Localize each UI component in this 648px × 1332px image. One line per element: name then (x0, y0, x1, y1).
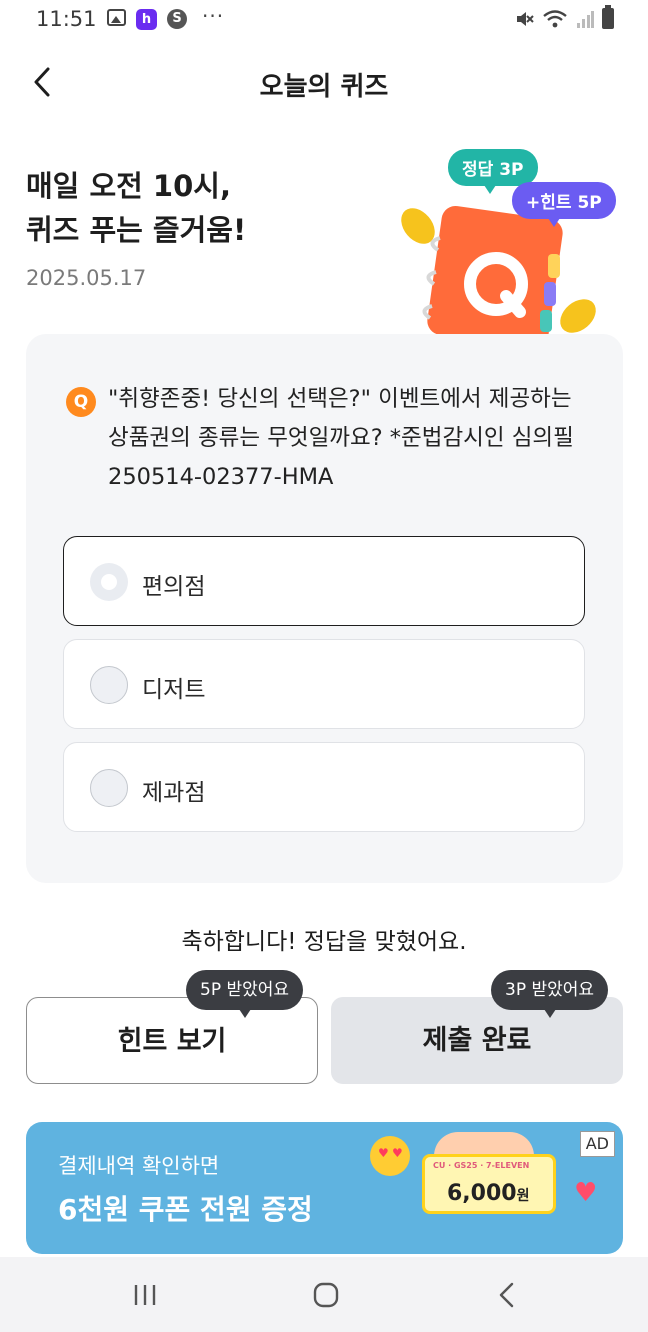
heart-eyes-emoji-icon: ♥ ♥ (370, 1136, 410, 1176)
coupon-ticket: CU · GS25 · 7-ELEVEN 6,000원 (422, 1154, 556, 1214)
gallery-notification-icon (107, 9, 126, 26)
question-badge: Q (66, 387, 96, 417)
result-message: 축하합니다! 정답을 맞혔어요. (181, 929, 467, 955)
answer-option-convenience-store[interactable]: 편의점 (63, 536, 585, 626)
mute-icon (517, 11, 534, 26)
answer-option-dessert[interactable]: 디저트 (63, 639, 585, 729)
quiz-illustration: 정답 3P +힌트 5P (396, 146, 622, 366)
question-text: "취향존중! 당신의 선택은?" 이벤트에서 제공하는 상품권의 종류는 무엇일… (108, 386, 574, 490)
answer-option-label: 편의점 (142, 574, 206, 600)
wifi-icon (543, 9, 567, 27)
more-notifications-icon: ··· (202, 4, 225, 28)
status-indicators (514, 5, 614, 29)
answer-option-label: 제과점 (142, 780, 206, 806)
intro-heading-line1: 매일 오전 10시, (26, 169, 231, 203)
h-app-notification-icon: h (136, 9, 157, 30)
submit-complete-button[interactable]: 제출 완료 (331, 997, 623, 1084)
hint-points-tooltip: 5P 받았어요 (186, 970, 304, 1018)
hint-button[interactable]: 힌트 보기 (26, 997, 318, 1084)
s-app-notification-icon: S (167, 9, 187, 29)
intro-heading: 매일 오전 10시, 퀴즈 푸는 즐거움! (26, 164, 246, 252)
correct-points-badge: 정답 3P (448, 149, 538, 194)
system-nav-bar (0, 1257, 648, 1332)
nav-back-icon[interactable] (492, 1279, 524, 1311)
answer-option-bakery[interactable]: 제과점 (63, 742, 585, 832)
ad-title: 6천원 쿠폰 전원 증정 (58, 1193, 313, 1226)
page-title: 오늘의 퀴즈 (259, 72, 389, 102)
answer-option-label: 디저트 (142, 677, 206, 703)
coupon-brands: CU · GS25 · 7-ELEVEN (433, 1161, 530, 1170)
recent-apps-icon[interactable] (130, 1279, 162, 1311)
intro-heading-line2: 퀴즈 푸는 즐거움! (26, 213, 247, 247)
app-header: 오늘의 퀴즈 (0, 50, 648, 114)
radio-icon[interactable] (90, 769, 128, 807)
status-time: 11:51 (36, 7, 97, 31)
quiz-card: Q "취향존중! 당신의 선택은?" 이벤트에서 제공하는 상품권의 종류는 무… (26, 334, 623, 883)
signal-icon (577, 10, 594, 28)
home-icon[interactable] (310, 1279, 342, 1311)
ad-label: AD (579, 1131, 615, 1157)
coupon-amount: 6,000원 (447, 1181, 530, 1206)
battery-icon (602, 5, 614, 29)
ad-banner[interactable]: 결제내역 확인하면 6천원 쿠폰 전원 증정 ♥ ♥ CU · GS25 · 7-… (26, 1122, 623, 1254)
submit-points-tooltip: 3P 받았어요 (491, 970, 609, 1018)
heart-icon: ♥ (574, 1178, 598, 1208)
hint-points-badge: +힌트 5P (512, 182, 616, 227)
radio-icon[interactable] (90, 666, 128, 704)
radio-selected-icon[interactable] (90, 563, 128, 601)
quiz-date: 2025.05.17 (26, 266, 147, 290)
status-bar: 11:51 h S ··· (0, 0, 648, 40)
ad-subtitle: 결제내역 확인하면 (58, 1154, 220, 1178)
